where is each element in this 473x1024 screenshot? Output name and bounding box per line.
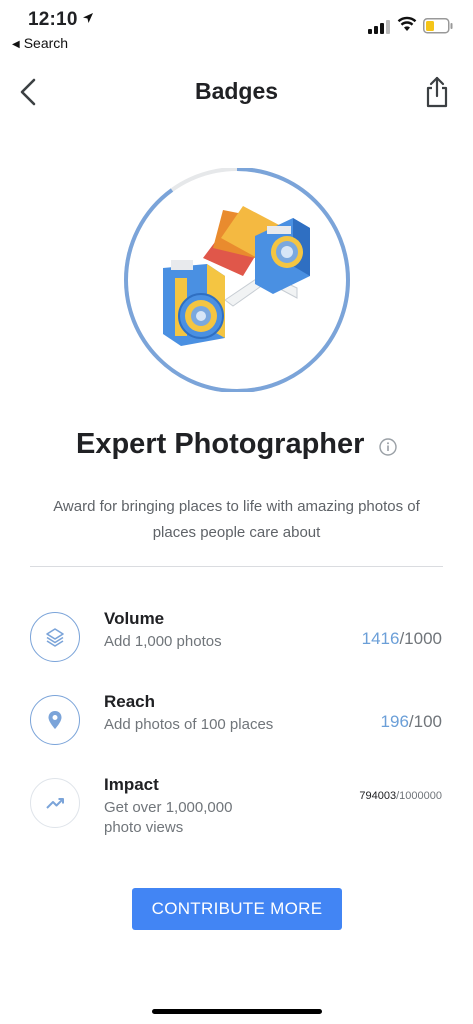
requirement-reach: Reach Add photos of 100 places 196/100 (0, 689, 473, 769)
badge-progress-ring (124, 168, 350, 392)
battery-icon (423, 18, 453, 34)
status-bar: 12:10 ◀ Search (0, 0, 473, 60)
divider (30, 566, 443, 567)
back-app-label: Search (23, 35, 69, 51)
requirement-subtitle: Add photos of 100 places (104, 716, 274, 733)
signal-icon (368, 20, 390, 34)
count-target: /100 (408, 712, 442, 731)
requirement-name: Impact (104, 775, 159, 794)
requirement-count: 1416/1000 (362, 629, 442, 649)
trending-up-icon (46, 798, 64, 809)
badge-title-row: Expert Photographer (0, 428, 473, 468)
requirement-volume: Volume Add 1,000 photos 1416/1000 (0, 606, 473, 686)
count-target: /1000 (399, 629, 442, 648)
count-current: 196 (380, 712, 409, 731)
page-title: Badges (194, 78, 279, 104)
requirement-impact: Impact Get over 1,000,000 photo views 79… (0, 772, 473, 852)
location-arrow-icon (83, 13, 93, 23)
info-icon[interactable] (379, 438, 397, 456)
count-current: 794003 (359, 790, 397, 802)
count-current: 1416 (361, 629, 400, 648)
layers-icon (46, 628, 64, 647)
contribute-more-button[interactable]: CONTRIBUTE MORE (132, 888, 342, 930)
back-triangle-icon: ◀ (12, 39, 20, 50)
requirement-icon-circle (30, 695, 80, 745)
requirement-count: 196/100 (381, 712, 442, 732)
camera-illustration (163, 206, 310, 346)
badge-title: Expert Photographer (76, 428, 365, 460)
badge-description: Award for bringing places to life with a… (53, 498, 420, 541)
share-icon[interactable] (420, 74, 454, 110)
wifi-icon (397, 16, 417, 31)
back-to-app-link[interactable]: ◀ Search (12, 35, 68, 51)
status-time: 12:10 (28, 9, 78, 30)
requirement-icon-circle (30, 612, 80, 662)
requirement-name: Reach (104, 692, 156, 711)
requirement-icon-circle (30, 778, 80, 828)
requirement-subtitle: Get over 1,000,000 photo views (104, 799, 233, 836)
requirement-subtitle: Add 1,000 photos (104, 633, 222, 650)
requirement-count: 794003/1000000 (359, 790, 442, 802)
badge-illustration (124, 168, 350, 392)
requirement-name: Volume (104, 609, 165, 628)
map-pin-icon (48, 711, 62, 729)
home-indicator[interactable] (152, 1009, 322, 1014)
count-target: /1000000 (396, 790, 442, 802)
